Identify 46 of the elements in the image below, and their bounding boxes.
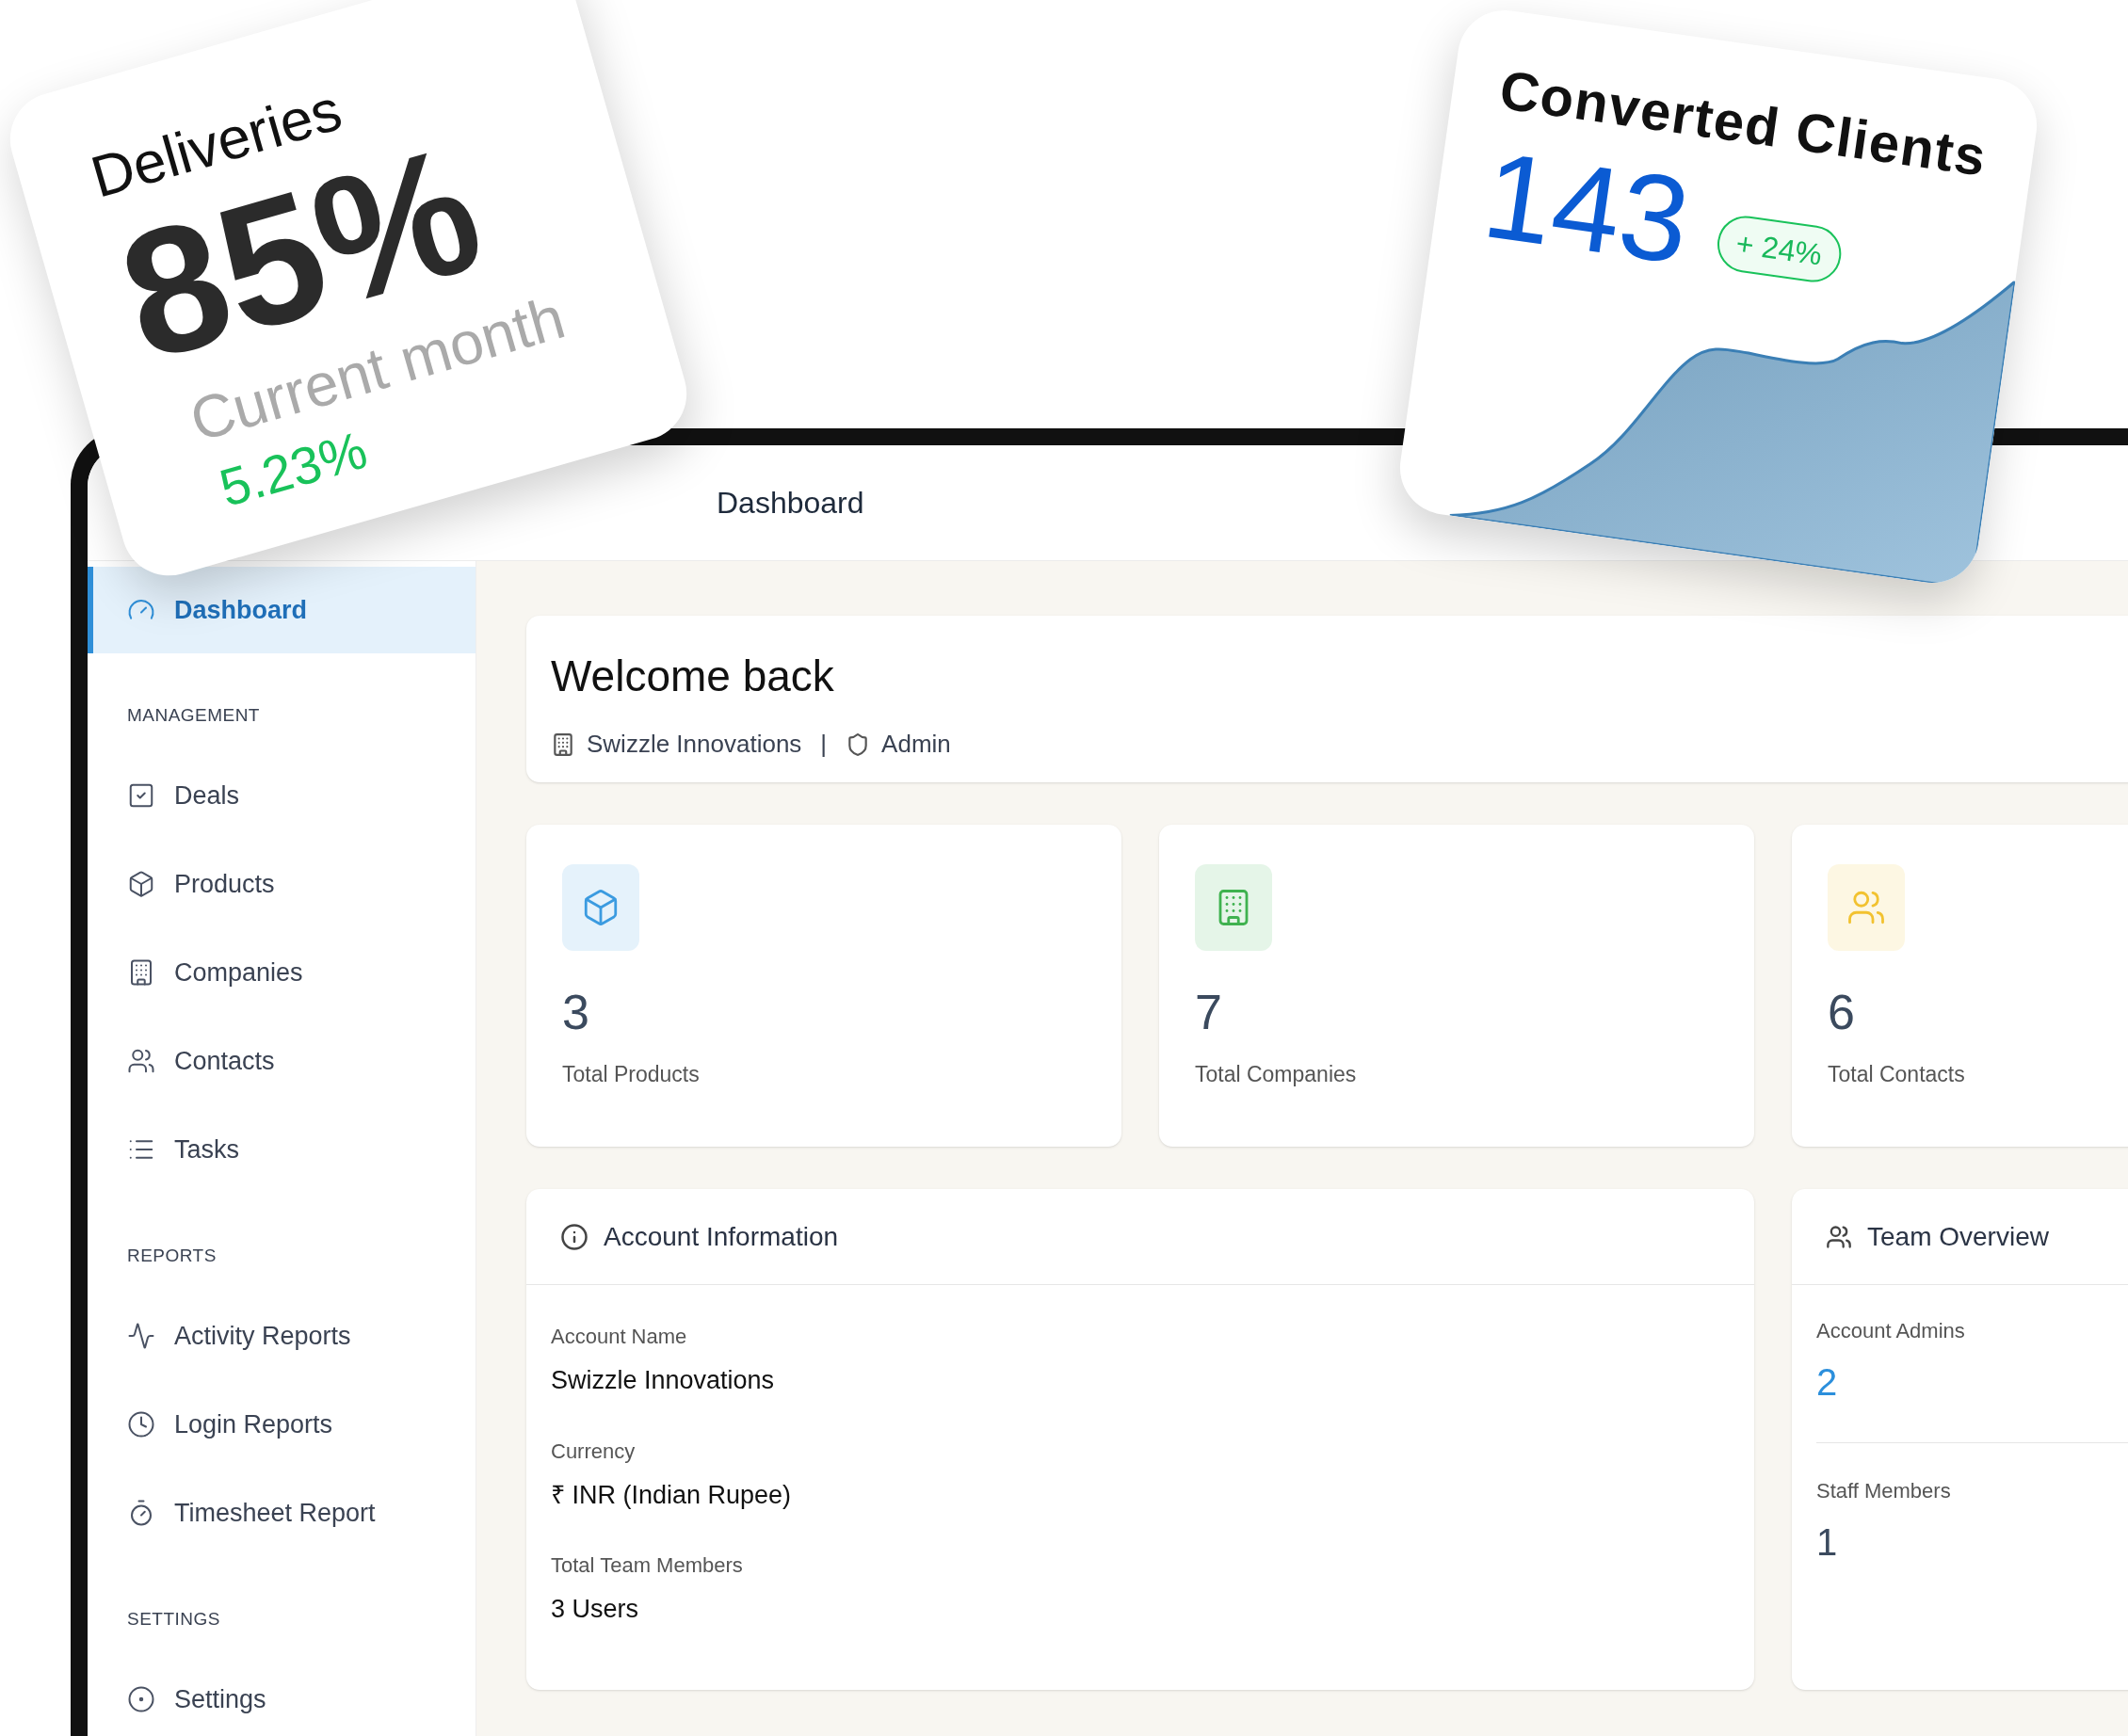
welcome-heading: Welcome back <box>551 651 835 702</box>
card-title: Account Information <box>604 1220 839 1253</box>
stat-label: Total Companies <box>1195 1061 1358 1088</box>
stat-value: 6 <box>1828 984 1856 1041</box>
role-label: Admin <box>881 729 951 760</box>
client-count: 143 <box>1476 133 1697 283</box>
pulse-icon <box>127 1322 155 1350</box>
field-value: 1 <box>1816 1520 1839 1565</box>
field-value: 2 <box>1816 1360 1839 1405</box>
page-title: Dashboard <box>717 485 864 522</box>
section-label: MANAGEMENT <box>127 703 260 727</box>
stat-label: Total Contacts <box>1828 1061 1966 1088</box>
field-value: Swizzle Innovations <box>551 1365 776 1396</box>
sidebar-item[interactable]: Dashboard <box>88 567 476 653</box>
company-name: Swizzle Innovations <box>587 729 802 760</box>
people-icon <box>1826 1223 1852 1250</box>
field-label: Currency <box>551 1438 637 1465</box>
card-title: Team Overview <box>1867 1220 2049 1253</box>
settings-icon <box>127 1685 155 1713</box>
section-label: REPORTS <box>127 1244 217 1267</box>
sidebar-item[interactable]: Contacts <box>88 1017 476 1105</box>
sidebar-item[interactable]: Login Reports <box>88 1380 476 1469</box>
field-label: Staff Members <box>1816 1478 1952 1504</box>
sidebar-item[interactable]: Products <box>88 840 476 928</box>
field-label: Account Name <box>551 1324 688 1350</box>
stat-label: Total Products <box>562 1061 701 1088</box>
building-icon <box>551 731 575 757</box>
checkbox-icon <box>127 781 155 810</box>
info-icon <box>560 1222 588 1251</box>
sidebar-item[interactable]: Activity Reports <box>88 1292 476 1380</box>
sidebar-item[interactable]: Timesheet Report <box>88 1469 476 1557</box>
field-value: 3 Users <box>551 1594 640 1625</box>
people-icon <box>127 1047 155 1075</box>
separator: | <box>820 729 828 760</box>
field-label: Total Team Members <box>551 1552 744 1579</box>
field-value: ₹ INR (Indian Rupee) <box>551 1479 793 1511</box>
sidebar-item[interactable]: Tasks <box>88 1105 476 1194</box>
clock-icon <box>127 1410 155 1439</box>
section-label: SETTINGS <box>127 1607 220 1631</box>
cube-icon <box>127 870 155 898</box>
field-label: Account Admins <box>1816 1318 1966 1344</box>
sidebar-item[interactable]: Deals <box>88 751 476 840</box>
sidebar-item[interactable]: Settings <box>88 1655 476 1736</box>
stat-value: 7 <box>1195 984 1223 1041</box>
stat-value: 3 <box>562 984 590 1041</box>
sidebar-item[interactable]: Companies <box>88 928 476 1017</box>
